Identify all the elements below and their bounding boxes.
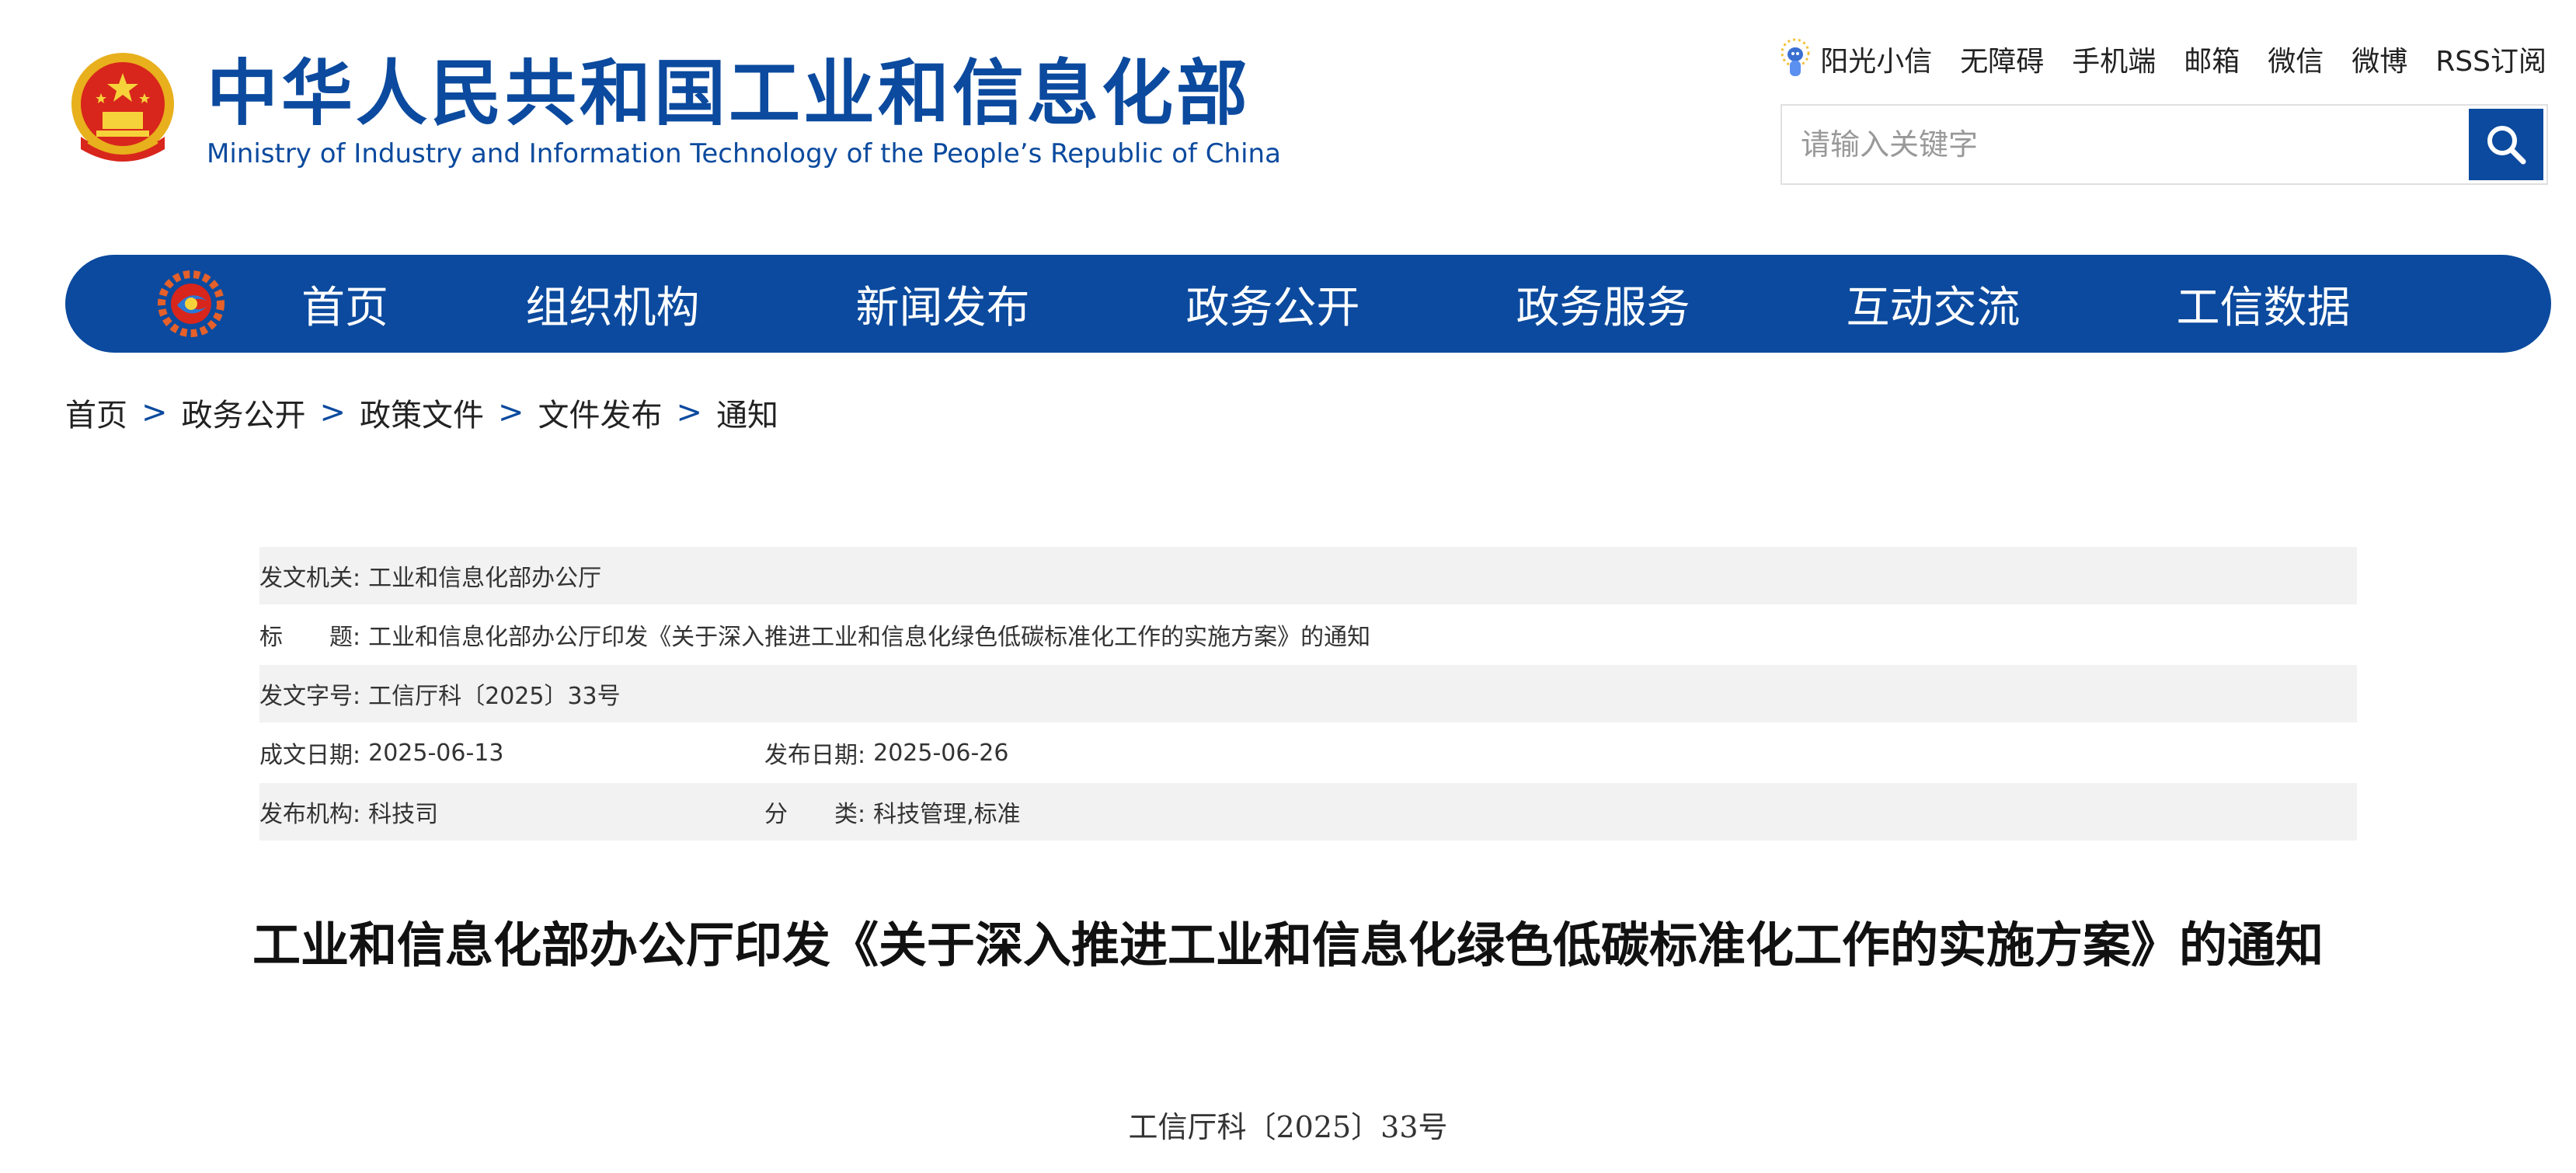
breadcrumb-separator: > <box>676 395 703 430</box>
meta-org: 科技司 <box>368 801 439 828</box>
meta-label: 分 类: <box>764 801 866 828</box>
search-input[interactable] <box>1782 106 2466 183</box>
nav-item-government-services[interactable]: 政务服务 <box>1438 273 1768 336</box>
meta-category: 科技管理,标准 <box>873 801 1021 828</box>
miit-gear-logo-icon <box>158 270 225 337</box>
top-link-rss[interactable]: RSS订阅 <box>2435 39 2546 79</box>
top-link-weibo[interactable]: 微博 <box>2351 39 2407 79</box>
meta-label: 成文日期: <box>259 742 361 769</box>
nav-item-government-affairs[interactable]: 政务公开 <box>1108 273 1438 336</box>
breadcrumb-home[interactable]: 首页 <box>65 390 127 435</box>
site-logo-area[interactable]: 中华人民共和国工业和信息化部 Ministry of Industry and … <box>65 50 1281 174</box>
meta-published-date: 2025-06-26 <box>873 739 1009 767</box>
breadcrumb-notice[interactable]: 通知 <box>716 390 778 435</box>
search-button[interactable] <box>2469 109 2543 180</box>
breadcrumb-government-affairs[interactable]: 政务公开 <box>182 390 306 435</box>
top-link-sunshine[interactable]: 阳光小信 <box>1780 37 1932 81</box>
meta-label: 标 题: <box>259 624 361 651</box>
meta-label: 发文机关: <box>259 565 361 592</box>
meta-row-doc-no: 发文字号: 工信厅科〔2025〕33号 <box>259 665 2357 722</box>
site-title-cn: 中华人民共和国工业和信息化部 <box>207 52 1251 136</box>
top-link-mobile[interactable]: 手机端 <box>2072 39 2156 79</box>
breadcrumb: 首页 > 政务公开 > 政策文件 > 文件发布 > 通知 <box>65 390 778 435</box>
article-doc-number: 工信厅科〔2025〕33号 <box>1128 1110 1448 1144</box>
meta-row-title: 标 题: 工业和信息化部办公厅印发《关于深入推进工业和信息化绿色低碳标准化工作的… <box>259 606 2357 663</box>
main-nav: 首页 组织机构 新闻发布 政务公开 政务服务 互动交流 工信数据 <box>65 255 2551 353</box>
meta-issuer: 工业和信息化部办公厅 <box>368 565 602 592</box>
meta-title: 工业和信息化部办公厅印发《关于深入推进工业和信息化绿色低碳标准化工作的实施方案》… <box>368 624 1371 651</box>
meta-label: 发布机构: <box>259 801 361 828</box>
meta-row-org: 发布机构: 科技司 分 类: 科技管理,标准 <box>259 783 2357 841</box>
top-link-accessibility[interactable]: 无障碍 <box>1960 39 2044 79</box>
nav-item-news[interactable]: 新闻发布 <box>778 273 1108 336</box>
meta-label: 发布日期: <box>764 742 866 769</box>
breadcrumb-separator: > <box>498 395 524 430</box>
breadcrumb-separator: > <box>319 395 346 430</box>
breadcrumb-document-release[interactable]: 文件发布 <box>538 390 663 435</box>
meta-row-dates: 成文日期: 2025-06-13 发布日期: 2025-06-26 <box>259 724 2357 781</box>
nav-item-data[interactable]: 工信数据 <box>2098 273 2428 336</box>
sunshine-mascot-icon <box>1781 38 1810 76</box>
top-link-label: 阳光小信 <box>1820 46 1933 78</box>
meta-row-issuer: 发文机关: 工业和信息化部办公厅 <box>259 547 2357 604</box>
meta-label: 发文字号: <box>259 683 361 710</box>
breadcrumb-separator: > <box>141 395 168 430</box>
nav-item-interaction[interactable]: 互动交流 <box>1768 273 2098 336</box>
top-links: 阳光小信 无障碍 手机端 邮箱 微信 微博 RSS订阅 <box>1780 37 2546 81</box>
nav-item-home[interactable]: 首页 <box>238 273 447 336</box>
search-box <box>1781 104 2548 185</box>
national-emblem-icon <box>71 53 174 162</box>
meta-written-date: 2025-06-13 <box>368 739 504 767</box>
article-title: 工业和信息化部办公厅印发《关于深入推进工业和信息化绿色低碳标准化工作的实施方案》… <box>252 917 2324 973</box>
top-link-wechat[interactable]: 微信 <box>2268 39 2324 79</box>
nav-item-organization[interactable]: 组织机构 <box>447 273 778 336</box>
search-icon <box>2487 126 2526 165</box>
document-meta-table: 发文机关: 工业和信息化部办公厅 标 题: 工业和信息化部办公厅印发《关于深入推… <box>259 547 2357 841</box>
top-link-mailbox[interactable]: 邮箱 <box>2184 39 2240 79</box>
site-title-en: Ministry of Industry and Information Tec… <box>207 137 1281 169</box>
breadcrumb-policy-documents[interactable]: 政策文件 <box>360 390 484 435</box>
meta-doc-no: 工信厅科〔2025〕33号 <box>368 683 621 710</box>
